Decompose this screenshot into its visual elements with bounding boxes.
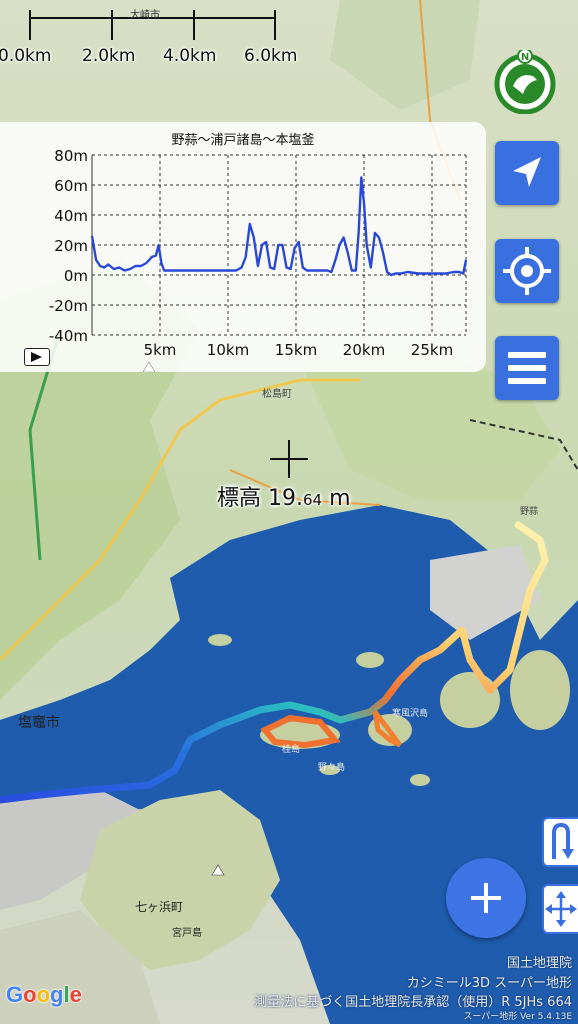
elevation-decimals: 64 <box>303 491 323 509</box>
start-marker-icon <box>142 361 156 372</box>
location-arrow-button[interactable] <box>495 141 559 205</box>
menu-icon <box>508 352 546 384</box>
elevation-chart: 80m 60m 40m 20m 0m -20m -40m 5km 10km 15km 20km 25k… <box>49 147 468 372</box>
y-tick-label: 60m <box>54 177 88 195</box>
gps-target-icon <box>503 247 551 295</box>
google-logo: Google <box>6 982 82 1007</box>
x-tick-label: 25km <box>411 341 453 359</box>
scale-label-2: 2.0km <box>82 46 136 66</box>
x-tick-label: 20km <box>343 341 385 359</box>
plus-icon <box>471 883 501 913</box>
elevation-value: 19. <box>268 486 304 511</box>
attribution-line-2: カシミール3D スーパー地形 <box>406 976 572 991</box>
compass-north-icon[interactable]: N <box>493 48 557 115</box>
x-tick-label: 15km <box>275 341 317 359</box>
u-turn-icon <box>552 822 574 859</box>
scale-label-6: 6.0km <box>244 46 298 66</box>
map-label-shichigahama: 七ヶ浜町 <box>135 900 184 914</box>
map-label-sabusawa: 寒風沢島 <box>392 709 429 719</box>
elevation-label: 標高 <box>217 486 262 511</box>
map-label-matsushima: 松島町 <box>262 389 292 400</box>
map-label-shiogama: 塩竈市 <box>18 715 60 731</box>
move-arrows-icon <box>545 891 577 927</box>
scale-label-4: 4.0km <box>163 46 217 66</box>
y-tick-label: -40m <box>49 327 88 345</box>
y-tick-label: -20m <box>49 297 88 315</box>
location-arrow-icon <box>513 157 541 187</box>
map-label-miyatojima: 宮戸島 <box>172 928 202 939</box>
crosshair-icon <box>270 440 308 478</box>
move-button[interactable] <box>542 884 578 934</box>
scale-bar-ruler <box>29 10 276 40</box>
elevation-readout: 標高 19.64 m <box>217 480 351 512</box>
gps-target-button[interactable] <box>495 239 559 303</box>
elevation-unit: m <box>329 486 351 511</box>
svg-text:N: N <box>521 52 529 63</box>
play-button[interactable] <box>24 348 50 366</box>
add-button[interactable] <box>446 858 526 938</box>
u-turn-button[interactable] <box>542 817 578 867</box>
attribution-line-4: スーパー地形 Ver 5.4.13E <box>463 1012 572 1022</box>
y-tick-label: 40m <box>54 207 88 225</box>
x-tick-label: 5km <box>144 341 177 359</box>
menu-button[interactable] <box>495 336 559 400</box>
map-label-nobiru: 野蒜 <box>520 507 539 517</box>
map-label-katsurajima: 桂島 <box>282 745 301 755</box>
play-icon <box>31 352 42 362</box>
y-tick-label: 20m <box>54 237 88 255</box>
map-label-nonoshima: 野々島 <box>318 763 346 773</box>
x-tick-label: 10km <box>207 341 249 359</box>
scale-bar: 大崎市 0.0km 2.0km 4.0km 6.0km <box>0 0 320 80</box>
y-tick-label: 80m <box>54 147 88 165</box>
scale-label-0: 0.0km <box>0 46 52 66</box>
elevation-series-line <box>90 176 468 277</box>
attribution-line-3: 測量法に基づく国土地理院長承認（使用）R 5JHs 664 <box>254 995 572 1010</box>
attribution-line-1: 国土地理院 <box>506 956 572 971</box>
y-tick-label: 0m <box>64 267 88 285</box>
scale-city-label: 大崎市 <box>130 10 160 21</box>
elevation-profile-panel[interactable]: 野蒜〜浦戸諸島〜本塩釜 80m 60m 40m 20m 0m -20m -40m 5km 10k… <box>0 122 486 372</box>
